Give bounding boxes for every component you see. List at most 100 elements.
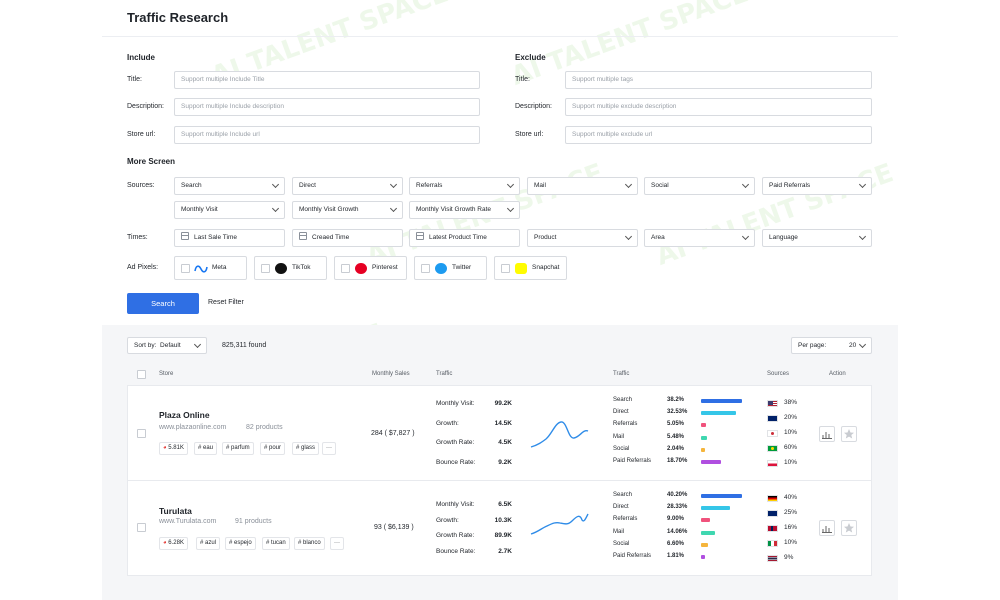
- search-button[interactable]: Search: [127, 293, 199, 314]
- tag[interactable]: # blanco: [294, 537, 325, 550]
- monthly-visit-growth-select[interactable]: Monthly Visit Growth: [292, 201, 403, 219]
- source-percent: 5.48%: [667, 433, 685, 440]
- source-percent: 6.60%: [667, 540, 685, 547]
- source-row: Mail 5.48%: [613, 434, 758, 444]
- store-name[interactable]: Plaza Online: [159, 410, 210, 420]
- star-icon: [844, 523, 854, 533]
- calendar-icon: [299, 232, 307, 241]
- tag[interactable]: # tucan: [262, 537, 290, 550]
- traffic-label: Bounce Rate:: [436, 548, 476, 555]
- tag[interactable]: # pour: [260, 442, 286, 455]
- store-url[interactable]: www.Turulata.com: [159, 518, 216, 525]
- created-time-picker[interactable]: Creaed Time: [292, 229, 403, 247]
- source-select-paid-referrals[interactable]: Paid Referrals: [762, 177, 872, 195]
- source-row: Paid Referrals 1.81%: [613, 553, 758, 563]
- monthly-visit-growth-rate-select[interactable]: Monthly Visit Growth Rate: [409, 201, 520, 219]
- select-all-checkbox[interactable]: [137, 370, 146, 379]
- latest-product-time-picker[interactable]: Latest Product Time: [409, 229, 520, 247]
- language-select[interactable]: Language: [762, 229, 872, 247]
- pixel-option-pinterest[interactable]: Pinterest: [334, 256, 407, 280]
- checkbox[interactable]: [181, 264, 190, 273]
- source-bar: [701, 447, 705, 452]
- favorite-button[interactable]: [841, 426, 857, 442]
- source-select-social[interactable]: Social: [644, 177, 755, 195]
- snapchat-icon: [515, 263, 527, 274]
- pixel-option-meta[interactable]: Meta: [174, 256, 247, 280]
- country-share: 40%: [784, 494, 798, 501]
- monthly-visit-select[interactable]: Monthly Visit: [174, 201, 285, 219]
- include-url-input[interactable]: Support multiple Include url: [174, 126, 480, 144]
- exclude-url-input[interactable]: Support multiple exclude url: [565, 126, 872, 144]
- include-description-input[interactable]: Support multiple Include description: [174, 98, 480, 116]
- source-row: Search 40.20%: [613, 492, 758, 502]
- exclude-description-label: Description:: [515, 103, 552, 110]
- checkbox[interactable]: [421, 264, 430, 273]
- pixel-option-tiktok[interactable]: TikTok: [254, 256, 327, 280]
- include-heading: Include: [127, 53, 156, 62]
- country-share: 38%: [784, 399, 798, 406]
- source-select-referrals[interactable]: Referrals: [409, 177, 520, 195]
- watermark-text: AI TALENT SPACE: [652, 158, 898, 272]
- header-traffic-sources: Traffic: [613, 371, 630, 377]
- source-select-direct[interactable]: Direct: [292, 177, 403, 195]
- pixel-option-snapchat[interactable]: Snapchat: [494, 256, 567, 280]
- flag-us-icon: [767, 400, 778, 407]
- product-select[interactable]: Product: [527, 229, 638, 247]
- chevron-down-icon: [389, 180, 398, 189]
- exclude-title-input[interactable]: Support multiple tags: [565, 71, 872, 89]
- source-bar: [701, 518, 710, 523]
- source-row: Social 6.60%: [613, 541, 758, 551]
- analytics-button[interactable]: [819, 426, 835, 442]
- country-share: 10%: [784, 539, 798, 546]
- per-page-select[interactable]: Per page: 20: [791, 337, 872, 354]
- sort-select[interactable]: Sort by: Default: [127, 337, 207, 354]
- chevron-down-icon: [741, 180, 750, 189]
- tag[interactable]: # eau: [194, 442, 218, 455]
- more-tags-button[interactable]: ···: [330, 537, 344, 550]
- tag[interactable]: # glass: [292, 442, 320, 455]
- exclude-description-input[interactable]: Support multiple exclude description: [565, 98, 872, 116]
- product-count: 82 products: [246, 424, 283, 431]
- chevron-down-icon: [741, 232, 750, 241]
- checkbox[interactable]: [501, 264, 510, 273]
- chevron-down-icon: [624, 180, 633, 189]
- source-breakdown: Search 38.2% Direct 32.53% Referrals 5.05% Mai…: [613, 397, 758, 469]
- row-checkbox[interactable]: [137, 429, 146, 438]
- header-store: Store: [159, 371, 174, 377]
- last-sale-time-picker[interactable]: Last Sale Time: [174, 229, 285, 247]
- traffic-label: Monthly Visit:: [436, 400, 475, 407]
- country-share: 10%: [784, 459, 798, 466]
- flag-th-icon: [767, 555, 778, 562]
- tag[interactable]: # azul: [196, 537, 221, 550]
- traffic-sparkline: [530, 513, 589, 535]
- source-select-search[interactable]: Search: [174, 177, 285, 195]
- traffic-value: 4.5K: [498, 439, 512, 446]
- tag[interactable]: # parfum: [222, 442, 254, 455]
- include-title-input[interactable]: Support multiple Include Title: [174, 71, 480, 89]
- chevron-down-icon: [858, 232, 867, 241]
- followers-badge: ◕ 6.28K: [159, 537, 188, 550]
- star-icon: [844, 429, 854, 439]
- chevron-down-icon: [271, 204, 280, 213]
- checkbox[interactable]: [261, 264, 270, 273]
- country-share: 25%: [784, 509, 798, 516]
- source-select-mail[interactable]: Mail: [527, 177, 638, 195]
- store-name[interactable]: Turulata: [159, 506, 192, 516]
- times-label: Times:: [127, 234, 148, 241]
- source-percent: 5.05%: [667, 421, 685, 428]
- source-bar: [701, 542, 708, 547]
- checkbox[interactable]: [341, 264, 350, 273]
- favorite-button[interactable]: [841, 520, 857, 536]
- source-bar: [701, 460, 721, 464]
- row-checkbox[interactable]: [137, 523, 146, 532]
- pixel-option-twitter[interactable]: Twitter: [414, 256, 487, 280]
- source-percent: 40.20%: [667, 492, 688, 498]
- country-share: 9%: [784, 554, 794, 561]
- more-tags-button[interactable]: ···: [322, 442, 336, 455]
- analytics-button[interactable]: [819, 520, 835, 536]
- tag[interactable]: # espejo: [225, 537, 256, 550]
- area-select[interactable]: Area: [644, 229, 755, 247]
- store-url[interactable]: www.plazaonline.com: [159, 424, 226, 431]
- country-share: 20%: [784, 414, 798, 421]
- reset-filter-button[interactable]: Reset Filter: [208, 299, 244, 306]
